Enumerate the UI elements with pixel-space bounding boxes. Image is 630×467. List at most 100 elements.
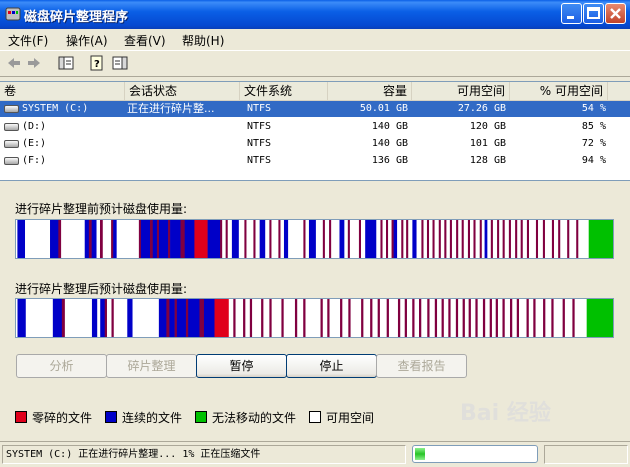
status-bar: SYSTEM (C:) 正在进行碎片整理... 1% 正在压缩文件 (0, 441, 630, 467)
menu-help[interactable]: 帮助(H) (182, 32, 224, 49)
free-cluster (227, 220, 233, 258)
free-cluster (510, 220, 516, 258)
contiguous-cluster (259, 220, 266, 258)
free-cluster (361, 220, 366, 258)
free-cluster (504, 220, 510, 258)
free-cluster (578, 220, 589, 258)
volume-row[interactable]: (D:) NTFS 140 GB 120 GB 85 % (0, 119, 630, 135)
contiguous-cluster (462, 299, 466, 337)
free-cluster (481, 220, 485, 258)
volume-list[interactable]: 卷 会话状态 文件系统 容量 可用空间 % 可用空间 SYSTEM (C:) 正… (0, 81, 630, 181)
contiguous-cluster (412, 299, 415, 337)
help-icon[interactable]: ? (89, 55, 105, 71)
legend-label: 无法移动的文件 (212, 411, 297, 425)
contiguous-cluster (535, 220, 539, 258)
contiguous-cluster (17, 299, 27, 337)
hard-drive-icon (4, 123, 19, 131)
contiguous-cluster (468, 299, 472, 337)
volume-percent: 85 % (581, 121, 606, 132)
free-cluster (349, 220, 360, 258)
volume-free: 27.26 GB (457, 103, 506, 114)
free-cluster (564, 299, 573, 337)
free-cluster (529, 220, 537, 258)
free-cluster (429, 299, 436, 337)
contiguous-cluster (484, 220, 488, 258)
contiguous-cluster (225, 220, 229, 258)
free-cluster (414, 299, 420, 337)
column-free-space[interactable]: 可用空间 (412, 82, 510, 100)
free-cluster (569, 220, 577, 258)
menu-view[interactable]: 查看(V) (124, 32, 166, 49)
free-space-swatch (309, 411, 321, 423)
contiguous-cluster (543, 299, 546, 337)
pause-button[interactable]: 暂停 (196, 354, 287, 378)
free-cluster (388, 299, 399, 337)
free-cluster (497, 299, 503, 337)
volume-row[interactable]: (E:) NTFS 140 GB 101 GB 72 % (0, 136, 630, 152)
menu-action[interactable]: 操作(A) (66, 32, 108, 49)
column-status[interactable]: 会话状态 (125, 82, 240, 100)
volume-name: (D:) (22, 121, 47, 132)
contiguous-cluster (526, 299, 530, 337)
contiguous-cluster (244, 220, 247, 258)
minimize-icon (567, 16, 574, 19)
free-cluster (331, 220, 340, 258)
close-icon (610, 8, 621, 19)
volume-row[interactable]: (F:) NTFS 136 GB 128 GB 94 % (0, 153, 630, 169)
contiguous-cluster (52, 299, 63, 337)
contiguous-cluster (269, 220, 272, 258)
close-button[interactable] (605, 3, 626, 24)
contiguous-cluster (412, 220, 417, 258)
column-capacity[interactable]: 容量 (328, 82, 412, 100)
contiguous-cluster (365, 220, 377, 258)
contiguous-cluster (497, 220, 500, 258)
unmovable-cluster (588, 220, 613, 258)
contiguous-cluster (269, 299, 272, 337)
free-cluster (553, 299, 563, 337)
free-cluster (423, 220, 428, 258)
free-cluster (429, 220, 433, 258)
free-cluster (504, 299, 511, 337)
contiguous-cluster (397, 299, 401, 337)
contiguous-cluster (444, 220, 447, 258)
contiguous-cluster (576, 220, 579, 258)
contiguous-cluster (184, 220, 195, 258)
before-usage-label: 进行碎片整理前预计磁盘使用量: (15, 202, 188, 216)
contiguous-cluster (567, 220, 570, 258)
stop-button[interactable]: 停止 (286, 354, 377, 378)
defragment-button[interactable]: 碎片整理 (106, 354, 197, 378)
free-cluster (443, 299, 449, 337)
contiguous-cluster (421, 220, 424, 258)
free-cluster (487, 220, 492, 258)
column-percent-free[interactable]: % 可用空间 (510, 82, 608, 100)
view-report-button[interactable]: 查看报告 (376, 354, 467, 378)
show-hide-icon[interactable] (112, 55, 128, 71)
free-cluster (25, 220, 51, 258)
contiguous-cluster (261, 299, 264, 337)
minimize-button[interactable] (561, 3, 582, 24)
free-cluster (545, 299, 552, 337)
volume-percent: 72 % (581, 138, 606, 149)
contiguous-cluster (283, 220, 289, 258)
volume-status: 正在进行碎片整... (127, 102, 215, 115)
volume-row[interactable]: SYSTEM (C:) 正在进行碎片整... NTFS 50.01 GB 27.… (0, 101, 630, 117)
free-cluster (363, 299, 371, 337)
analyze-button[interactable]: 分析 (16, 354, 107, 378)
back-arrow-icon[interactable] (6, 55, 22, 71)
contiguous-cluster (401, 220, 404, 258)
contiguous-cluster (303, 220, 306, 258)
free-cluster (344, 220, 349, 258)
free-cluster (492, 220, 498, 258)
contiguous-cluster (502, 220, 505, 258)
free-cluster (535, 299, 544, 337)
volume-status (127, 119, 239, 135)
defrag-app-icon (5, 7, 21, 21)
free-cluster (406, 299, 413, 337)
volume-capacity: 136 GB (371, 155, 408, 166)
column-filesystem[interactable]: 文件系统 (240, 82, 328, 100)
column-volume[interactable]: 卷 (0, 82, 125, 100)
maximize-button[interactable] (583, 3, 604, 24)
menu-file[interactable]: 文件(F) (8, 32, 48, 49)
forward-arrow-icon[interactable] (26, 55, 42, 71)
console-tree-icon[interactable] (58, 55, 74, 71)
